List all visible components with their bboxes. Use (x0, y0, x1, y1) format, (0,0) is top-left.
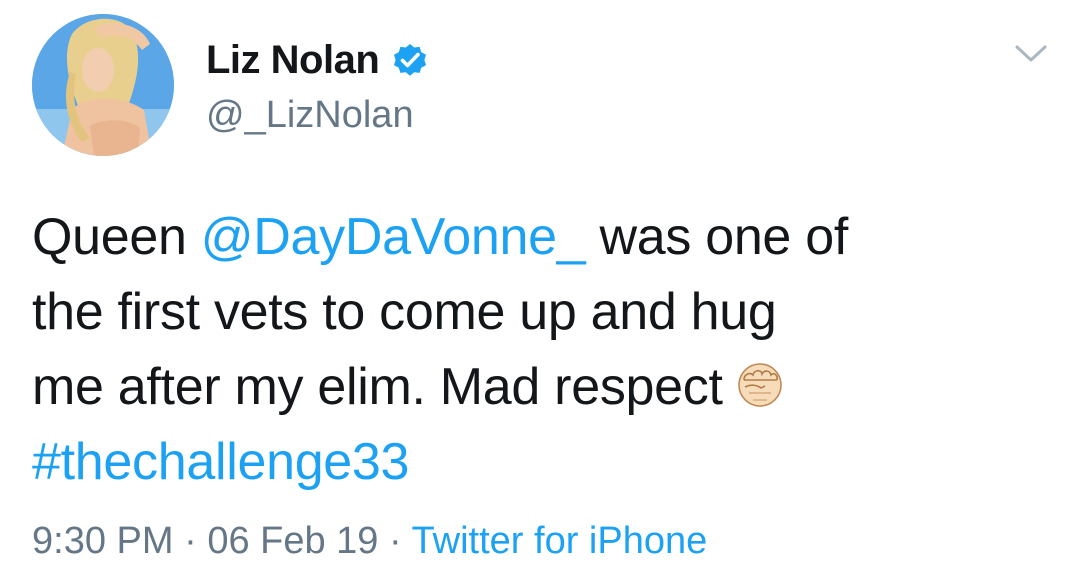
tweet-text: Queen @DayDaVonne_ was one of the first … (32, 200, 1042, 500)
author-handle[interactable]: @_LizNolan (206, 94, 414, 137)
avatar-image (32, 14, 174, 156)
tweet-date[interactable]: 06 Feb 19 (207, 520, 378, 562)
author-name-row[interactable]: Liz Nolan (206, 36, 429, 84)
tweet-line-2: the first vets to come up and hug (32, 283, 777, 341)
tweet-card: Liz Nolan @_LizNolan Queen @DayDaVonne_ … (0, 0, 1078, 574)
hashtag-link[interactable]: #thechallenge33 (32, 433, 409, 491)
tweet-line-4: #thechallenge33 (32, 425, 1042, 500)
raised-fist-emoji (735, 356, 785, 407)
tweet-metadata: 9:30 PM · 06 Feb 19 · Twitter for iPhone (32, 520, 707, 563)
avatar[interactable] (32, 14, 174, 156)
meta-separator: · (378, 520, 412, 562)
tweet-source-link[interactable]: Twitter for iPhone (412, 520, 708, 562)
chevron-down-icon[interactable] (1014, 42, 1048, 66)
tweet-text-line3: me after my elim. Mad respect (32, 358, 723, 416)
tweet-text-line1-suffix: was one of (585, 208, 848, 266)
tweet-time[interactable]: 9:30 PM (32, 520, 174, 562)
tweet-line-3: me after my elim. Mad respect (32, 350, 1042, 425)
meta-separator: · (173, 520, 208, 562)
verified-badge-icon (391, 41, 429, 79)
tweet-line-1: Queen @DayDaVonne_ was one of (32, 200, 1042, 275)
mention-link[interactable]: @DayDaVonne_ (201, 208, 586, 266)
tweet-text-queen: Queen (32, 208, 201, 266)
author-display-name[interactable]: Liz Nolan (206, 38, 380, 83)
